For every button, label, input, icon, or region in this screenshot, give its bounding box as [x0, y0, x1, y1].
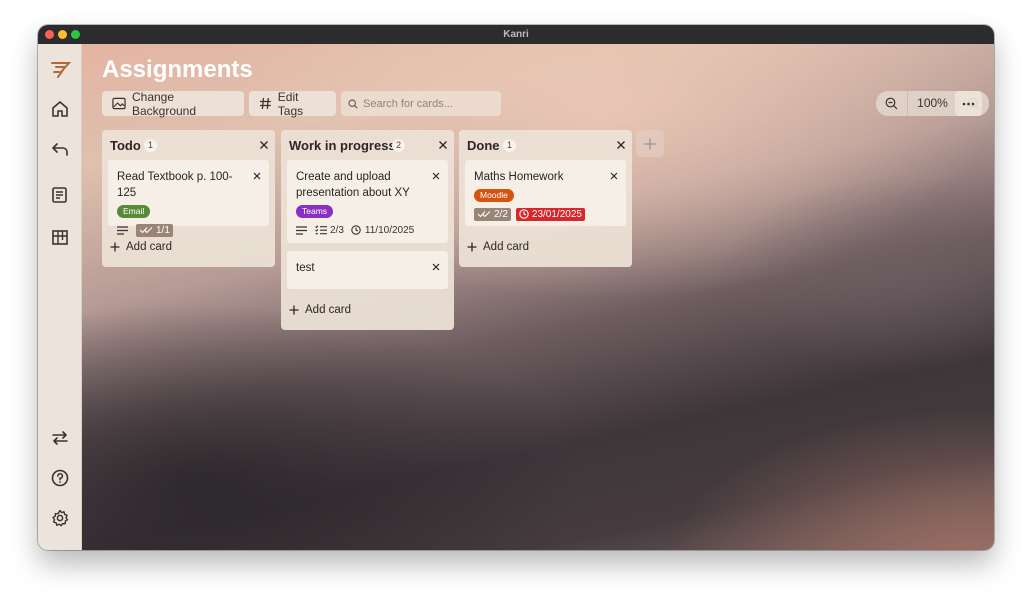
maximize-window-button[interactable] [71, 30, 80, 39]
more-options-button[interactable] [955, 91, 982, 116]
description-icon [296, 225, 307, 235]
card-tag: Teams [296, 205, 334, 218]
delete-card-icon[interactable] [431, 171, 441, 181]
due-date: 11/10/2025 [364, 224, 415, 236]
add-column-button[interactable] [636, 130, 664, 157]
import-export-icon[interactable] [49, 427, 71, 449]
minimize-window-button[interactable] [58, 30, 67, 39]
column-title: Work in progress [289, 138, 396, 153]
app-window: Kanri Assignments Change Background Edit… [38, 25, 994, 550]
card-meta: 1/1 [117, 223, 261, 237]
checklist-icon [315, 225, 327, 235]
boards-icon[interactable] [49, 184, 71, 206]
card-tag: Email [117, 205, 151, 218]
more-icon [962, 102, 975, 105]
delete-column-icon[interactable] [258, 139, 270, 151]
add-card-label: Add card [126, 241, 173, 253]
clock-icon [351, 225, 361, 235]
add-card-button[interactable]: Add card [102, 233, 275, 261]
delete-card-icon[interactable] [252, 171, 262, 181]
edit-tags-button[interactable]: Edit Tags [249, 89, 336, 118]
plus-icon [644, 138, 656, 149]
delete-column-icon[interactable] [437, 139, 449, 151]
zoom-level: 100% [907, 91, 958, 116]
logo-icon[interactable] [49, 59, 72, 81]
card-title: Maths Homework [474, 171, 564, 183]
checklist-badge: 1/1 [136, 223, 173, 237]
column-todo: Todo 1 Read Textbook p. 100-125 Email 1/… [102, 130, 275, 267]
add-card-button[interactable]: Add card [281, 296, 454, 324]
change-background-button[interactable]: Change Background [102, 89, 244, 118]
checklist-check-icon [477, 211, 491, 218]
column-title: Done [467, 138, 500, 153]
column-title: Todo [110, 138, 141, 153]
add-card-label: Add card [483, 241, 530, 253]
zoom-out-icon [885, 97, 898, 110]
card[interactable]: Maths Homework Moodle 2/2 23/01/2025 [465, 160, 626, 226]
plus-icon [289, 305, 299, 315]
search-icon [348, 98, 358, 109]
search-box[interactable] [341, 91, 501, 116]
column-done: Done 1 Maths Homework Moodle 2/2 23/01/2… [459, 130, 632, 267]
kanban-icon[interactable] [49, 227, 71, 249]
hash-icon [259, 98, 271, 109]
delete-card-icon[interactable] [609, 171, 619, 181]
card[interactable]: Read Textbook p. 100-125 Email 1/1 [108, 160, 269, 237]
due-date: 23/01/2025 [531, 208, 582, 220]
title-bar: Kanri [38, 25, 994, 44]
image-icon [112, 97, 126, 110]
column-header: Work in progress 2 [281, 130, 454, 160]
card[interactable]: test [287, 251, 448, 289]
edit-tags-label: Edit Tags [277, 89, 304, 118]
add-card-button[interactable]: Add card [459, 233, 632, 261]
column-header: Todo 1 [102, 130, 275, 160]
column-card-count: 2 [392, 139, 405, 152]
close-window-button[interactable] [45, 30, 54, 39]
checklist-progress: 1/1 [156, 224, 170, 236]
plus-icon [110, 242, 120, 252]
change-background-label: Change Background [131, 89, 197, 118]
plus-icon [467, 242, 477, 252]
add-card-label: Add card [305, 304, 352, 316]
delete-column-icon[interactable] [615, 139, 627, 151]
column-header: Done 1 [459, 130, 632, 160]
clock-icon [519, 209, 529, 219]
board-area: Assignments Change Background Edit Tags … [82, 44, 994, 550]
window-title: Kanri [503, 29, 529, 40]
checklist-check-icon [139, 227, 153, 234]
search-input[interactable] [363, 97, 493, 110]
home-icon[interactable] [49, 98, 71, 120]
column-work-in-progress: Work in progress 2 Create and upload pre… [281, 130, 454, 330]
card-meta: 2/2 23/01/2025 [474, 207, 618, 221]
help-icon[interactable] [49, 467, 71, 489]
sidebar [38, 44, 82, 550]
checklist-badge: 2/2 [474, 207, 511, 221]
due-date-badge: 23/01/2025 [515, 207, 585, 221]
checklist-progress: 2/3 [330, 224, 344, 236]
column-card-count: 1 [144, 139, 157, 152]
card[interactable]: Create and upload presentation about XY … [287, 160, 448, 243]
settings-icon[interactable] [49, 507, 71, 529]
checklist-progress: 2/2 [494, 208, 508, 220]
description-icon [117, 225, 128, 235]
card-meta: 2/3 11/10/2025 [296, 223, 440, 237]
card-title: test [296, 262, 315, 274]
zoom-out-button[interactable] [876, 91, 907, 116]
delete-card-icon[interactable] [431, 262, 441, 272]
column-card-count: 1 [503, 139, 516, 152]
page-title: Assignments [102, 56, 253, 83]
card-title: Create and upload presentation about XY [296, 171, 410, 199]
back-icon[interactable] [49, 138, 71, 160]
card-title: Read Textbook p. 100-125 [117, 171, 233, 199]
card-tag: Moodle [474, 189, 514, 202]
